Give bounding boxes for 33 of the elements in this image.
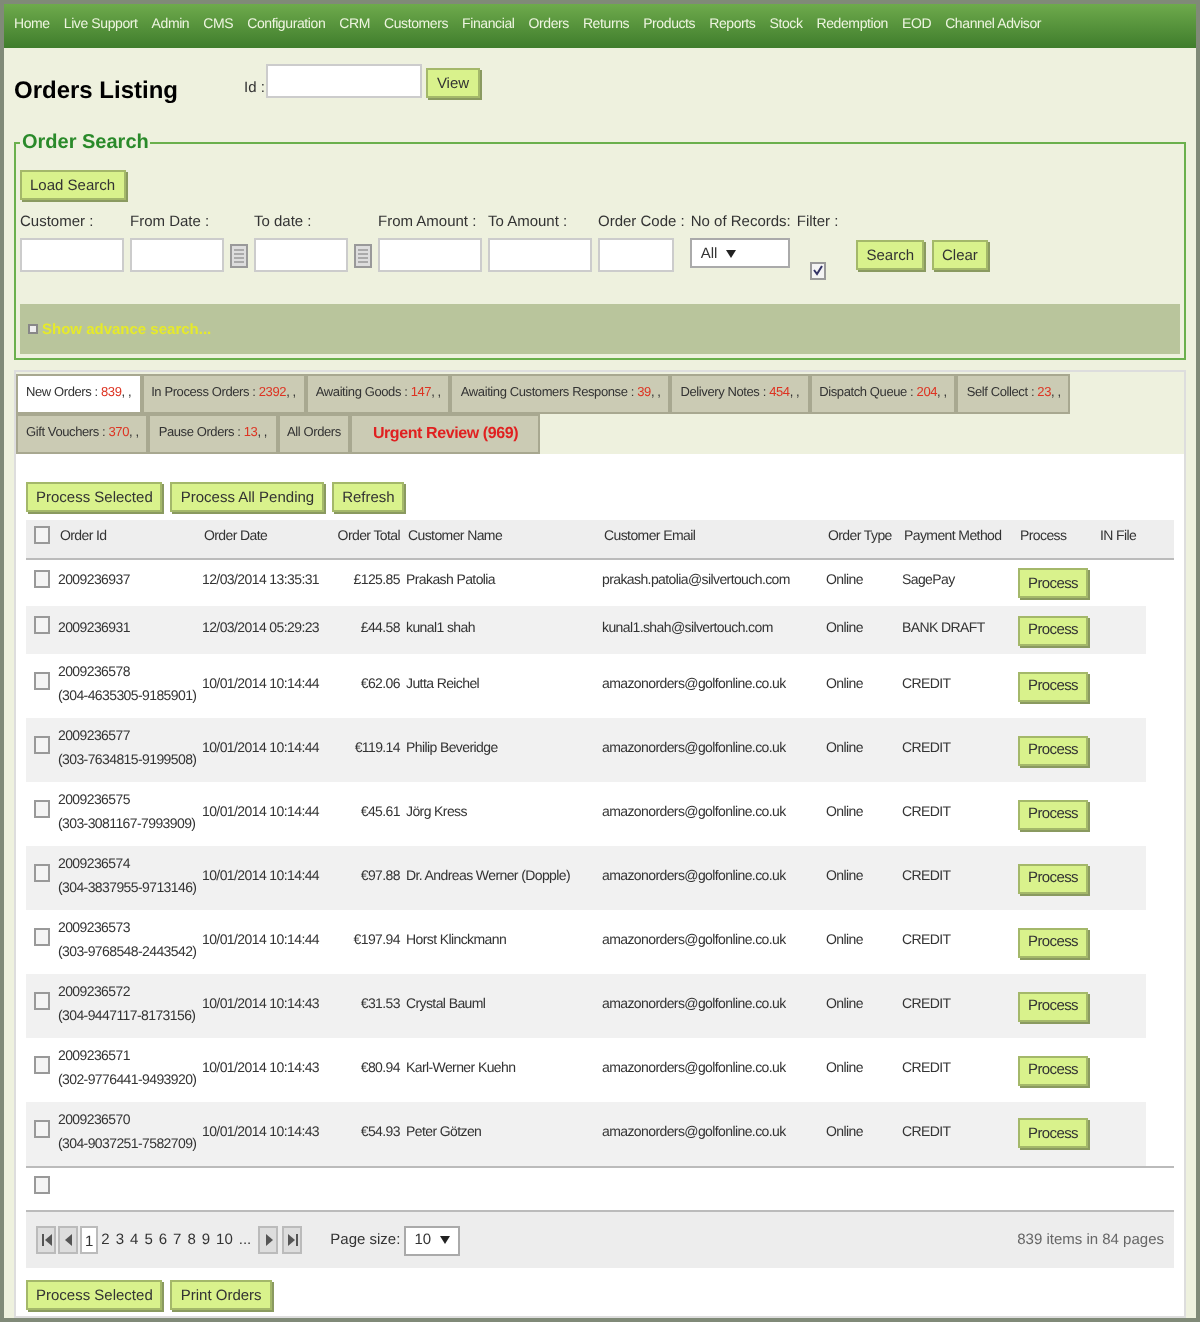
first-page-icon[interactable] bbox=[36, 1226, 56, 1254]
tab-label: Urgent Review (969) bbox=[370, 422, 521, 446]
checkbox[interactable] bbox=[34, 1056, 50, 1075]
checkbox[interactable] bbox=[34, 992, 50, 1011]
caret-icon bbox=[725, 249, 736, 257]
id-field[interactable] bbox=[266, 64, 423, 98]
text-field[interactable] bbox=[378, 238, 482, 272]
header-cell bbox=[1146, 520, 1174, 558]
expand-icon[interactable] bbox=[28, 324, 38, 334]
checkbox[interactable] bbox=[34, 864, 50, 883]
text-field[interactable] bbox=[488, 238, 592, 272]
date-field[interactable] bbox=[130, 238, 224, 272]
text-field[interactable] bbox=[20, 238, 124, 272]
checkbox[interactable] bbox=[34, 672, 50, 691]
checkbox[interactable] bbox=[34, 525, 50, 543]
caret-icon bbox=[439, 1236, 450, 1244]
checkbox[interactable] bbox=[34, 1175, 50, 1193]
checkbox[interactable] bbox=[34, 569, 50, 587]
checkbox[interactable] bbox=[34, 1120, 50, 1138]
checkbox[interactable] bbox=[34, 800, 50, 819]
search-legend: Order Search bbox=[20, 128, 151, 158]
last-page-icon[interactable] bbox=[282, 1226, 303, 1254]
checkbox[interactable] bbox=[34, 736, 50, 755]
calendar-icon[interactable] bbox=[230, 243, 248, 267]
date-field[interactable] bbox=[254, 238, 348, 272]
checkbox[interactable] bbox=[34, 928, 50, 947]
previous-page-icon[interactable] bbox=[58, 1226, 78, 1254]
checkbox[interactable] bbox=[34, 616, 50, 635]
checkbox[interactable] bbox=[809, 261, 826, 279]
page-title: Orders Listing bbox=[14, 74, 181, 108]
next-page-icon[interactable] bbox=[258, 1226, 279, 1254]
calendar-icon[interactable] bbox=[354, 243, 372, 267]
text-field[interactable] bbox=[598, 238, 674, 272]
